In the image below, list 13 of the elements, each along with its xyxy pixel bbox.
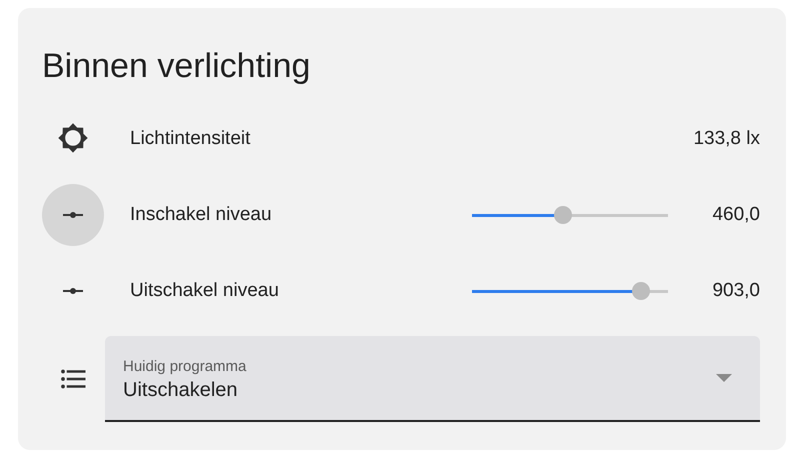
caret-icon (716, 374, 732, 382)
slider-thumb[interactable] (632, 282, 650, 300)
field-label: Huidig programma (123, 358, 248, 375)
dropdown-field[interactable]: Huidig programma Uitschakelen (105, 336, 760, 422)
slider-thumb[interactable] (554, 206, 572, 224)
row-value: 903,0 (711, 280, 760, 302)
card-title: Binnen verlichting (42, 46, 312, 86)
row-label: Inschakel niveau (130, 204, 273, 226)
row-value: 460,0 (711, 204, 760, 226)
row-label: Uitschakel niveau (130, 280, 280, 302)
row-label: Lichtintensiteit (130, 128, 252, 150)
field-value: Uitschakelen (123, 379, 239, 402)
row-value: 133,8 lx (693, 128, 760, 150)
